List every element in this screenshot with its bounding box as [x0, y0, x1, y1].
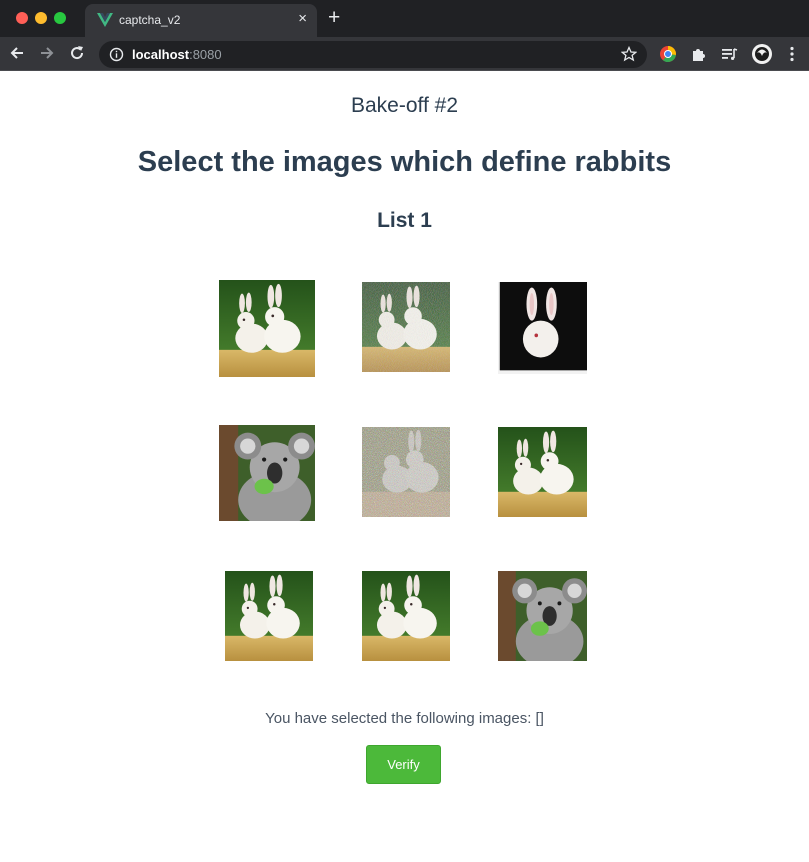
koala-image	[498, 571, 587, 661]
browser-tab-bar: captcha_v2 × +	[0, 0, 809, 37]
heavy-noise-rabbits-image	[362, 427, 450, 517]
maximize-window-button[interactable]	[54, 12, 66, 24]
browser-toolbar: localhost:8080	[0, 37, 809, 71]
selected-images-text: You have selected the following images: …	[265, 710, 544, 727]
captcha-image-6[interactable]	[498, 427, 587, 517]
close-window-button[interactable]	[16, 12, 28, 24]
vue-logo-icon	[97, 13, 113, 27]
profile-avatar[interactable]	[751, 43, 773, 65]
minimize-window-button[interactable]	[35, 12, 47, 24]
rabbits-image	[362, 571, 450, 661]
rabbits-image	[225, 571, 313, 661]
white-rabbit-dark-image	[498, 282, 587, 374]
bake-off-title: Bake-off #2	[350, 94, 459, 117]
chrome-extension-icon[interactable]	[659, 45, 677, 63]
more-menu-icon[interactable]	[783, 45, 801, 63]
tab-title: captcha_v2	[119, 13, 181, 27]
extensions-puzzle-icon[interactable]	[690, 45, 708, 63]
captcha-image-2[interactable]	[362, 282, 450, 372]
koala-image	[219, 425, 315, 521]
verify-button[interactable]: Verify	[366, 745, 441, 784]
site-info-icon[interactable]	[109, 47, 124, 62]
media-queue-icon[interactable]	[720, 45, 738, 63]
captcha-image-8[interactable]	[362, 571, 450, 661]
reload-icon[interactable]	[68, 44, 86, 62]
captcha-image-7[interactable]	[225, 571, 313, 661]
url-host: localhost	[132, 47, 190, 62]
captcha-image-1[interactable]	[219, 280, 315, 377]
back-arrow-icon[interactable]	[8, 44, 26, 62]
new-tab-button[interactable]: +	[328, 6, 340, 30]
rabbits-image	[498, 427, 587, 517]
captcha-image-4[interactable]	[219, 425, 315, 521]
bookmark-star-icon[interactable]	[621, 46, 637, 62]
noisy-rabbits-image	[362, 282, 450, 372]
captcha-page: Bake-off #2 Select the images which defi…	[0, 72, 809, 862]
url-text: localhost:8080	[132, 47, 222, 62]
url-port: :8080	[189, 47, 222, 62]
captcha-instruction: Select the images which define rabbits	[137, 146, 672, 178]
rabbits-image	[219, 280, 315, 377]
address-bar[interactable]: localhost:8080	[99, 41, 647, 68]
captcha-image-9[interactable]	[498, 571, 587, 661]
forward-arrow-icon[interactable]	[38, 44, 56, 62]
browser-tab[interactable]: captcha_v2 ×	[85, 4, 317, 37]
list-title: List 1	[377, 209, 432, 232]
tab-close-icon[interactable]: ×	[298, 10, 307, 28]
captcha-image-3[interactable]	[498, 282, 587, 374]
captcha-image-5[interactable]	[362, 427, 450, 517]
